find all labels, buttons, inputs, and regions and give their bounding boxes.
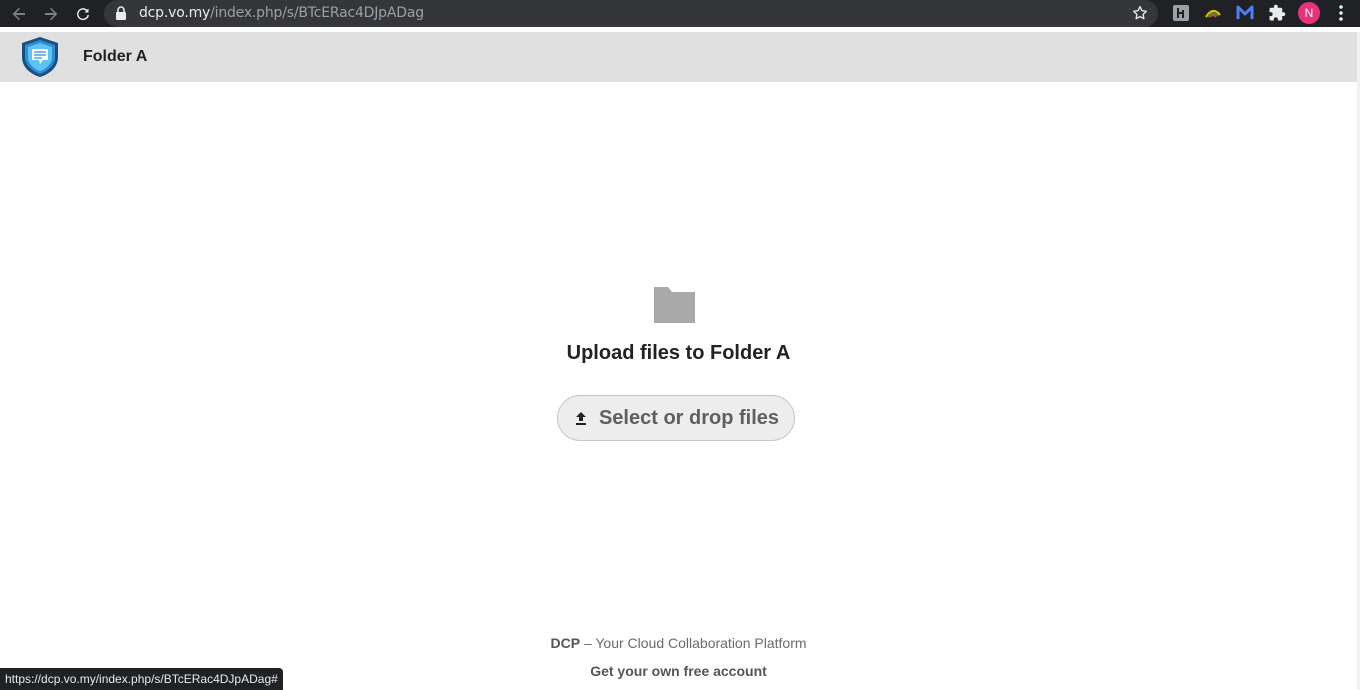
star-icon[interactable] [1131, 4, 1149, 22]
arrow-right-icon [45, 7, 58, 21]
profile-avatar[interactable]: N [1298, 2, 1320, 24]
footer-tagline-text: – Your Cloud Collaboration Platform [580, 635, 807, 651]
url-text: dcp.vo.my/index.php/s/BTcERac4DJpADag [139, 5, 424, 21]
url-path: /index.php/s/BTcERac4DJpADag [210, 5, 424, 21]
app-header: Folder A [0, 32, 1357, 82]
reload-icon [77, 8, 89, 21]
reload-button[interactable] [72, 3, 94, 25]
arrow-left-icon [12, 7, 25, 21]
select-files-button[interactable]: Select or drop files [557, 395, 795, 441]
upload-heading: Upload files to Folder A [566, 342, 791, 364]
browser-toolbar: dcp.vo.my/index.php/s/BTcERac4DJpADag N [0, 0, 1360, 27]
extension-2-icon[interactable] [1204, 4, 1222, 22]
extension-1-icon[interactable] [1172, 4, 1190, 22]
address-bar[interactable]: dcp.vo.my/index.php/s/BTcERac4DJpADag [104, 0, 1158, 27]
forward-button[interactable] [40, 3, 62, 25]
page-title: Folder A [83, 48, 148, 65]
puzzle-icon[interactable] [1268, 4, 1286, 22]
kebab-menu-icon[interactable] [1332, 4, 1350, 22]
folder-icon [654, 287, 695, 323]
extension-3-icon[interactable] [1236, 4, 1254, 22]
link-status-bar: https://dcp.vo.my/index.php/s/BTcERac4DJ… [0, 668, 283, 690]
url-host: dcp.vo.my [139, 5, 211, 21]
upload-icon [575, 412, 586, 425]
back-button[interactable] [8, 3, 30, 25]
lock-icon [116, 6, 126, 20]
select-files-label: Select or drop files [598, 406, 780, 429]
footer-brand[interactable]: DCP [550, 635, 580, 651]
footer-tagline: DCP – Your Cloud Collaboration Platform [0, 635, 1357, 651]
shield-logo-icon [22, 37, 58, 77]
